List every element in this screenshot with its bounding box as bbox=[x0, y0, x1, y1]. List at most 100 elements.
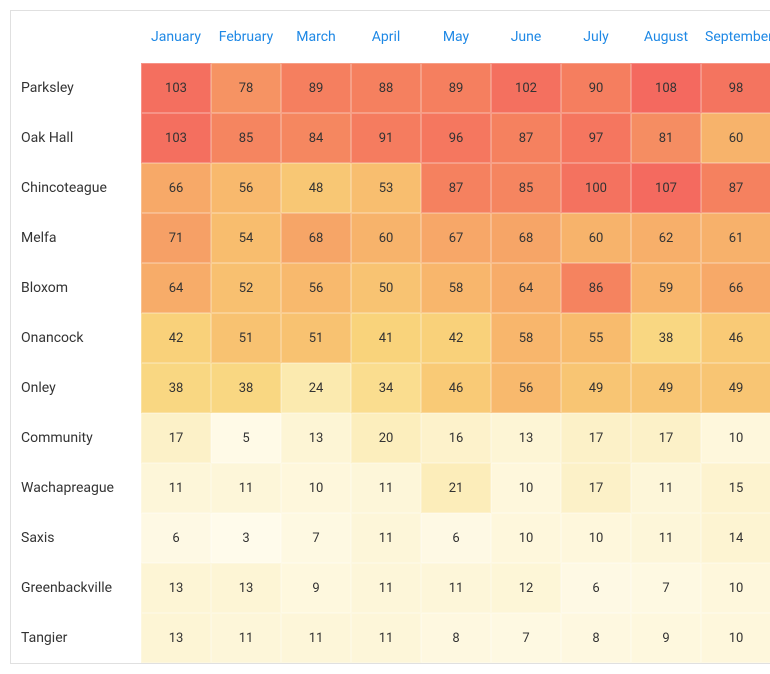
heatmap-cell[interactable]: 56 bbox=[281, 263, 351, 313]
heatmap-cell[interactable]: 88 bbox=[351, 63, 421, 113]
heatmap-cell[interactable]: 21 bbox=[421, 463, 491, 513]
heatmap-cell[interactable]: 53 bbox=[351, 163, 421, 213]
column-header[interactable]: January bbox=[141, 11, 211, 63]
heatmap-cell[interactable]: 56 bbox=[491, 363, 561, 413]
column-header[interactable]: July bbox=[561, 11, 631, 63]
heatmap-cell[interactable]: 91 bbox=[351, 113, 421, 163]
row-label[interactable]: Chincoteague bbox=[11, 163, 141, 213]
heatmap-cell[interactable]: 81 bbox=[631, 113, 701, 163]
column-header[interactable]: August bbox=[631, 11, 701, 63]
heatmap-cell[interactable]: 17 bbox=[141, 413, 211, 463]
heatmap-cell[interactable]: 48 bbox=[281, 163, 351, 213]
heatmap-cell[interactable]: 62 bbox=[631, 213, 701, 263]
heatmap-cell[interactable]: 10 bbox=[491, 513, 561, 563]
row-label[interactable]: Onancock bbox=[11, 313, 141, 363]
heatmap-cell[interactable]: 52 bbox=[211, 263, 281, 313]
heatmap-cell[interactable]: 6 bbox=[421, 513, 491, 563]
heatmap-cell[interactable]: 60 bbox=[351, 213, 421, 263]
heatmap-cell[interactable]: 56 bbox=[211, 163, 281, 213]
column-header[interactable]: May bbox=[421, 11, 491, 63]
heatmap-cell[interactable]: 71 bbox=[141, 213, 211, 263]
heatmap-cell[interactable]: 10 bbox=[701, 413, 770, 463]
heatmap-cell[interactable]: 89 bbox=[421, 63, 491, 113]
heatmap-cell[interactable]: 90 bbox=[561, 63, 631, 113]
heatmap-cell[interactable]: 17 bbox=[561, 413, 631, 463]
row-label[interactable]: Tangier bbox=[11, 613, 141, 663]
heatmap-cell[interactable]: 66 bbox=[141, 163, 211, 213]
heatmap-cell[interactable]: 41 bbox=[351, 313, 421, 363]
heatmap-cell[interactable]: 11 bbox=[351, 613, 421, 663]
heatmap-cell[interactable]: 108 bbox=[631, 63, 701, 113]
heatmap-cell[interactable]: 60 bbox=[701, 113, 770, 163]
heatmap-cell[interactable]: 38 bbox=[211, 363, 281, 413]
heatmap-cell[interactable]: 8 bbox=[561, 613, 631, 663]
heatmap-cell[interactable]: 107 bbox=[631, 163, 701, 213]
heatmap-cell[interactable]: 14 bbox=[701, 513, 770, 563]
heatmap-cell[interactable]: 103 bbox=[141, 63, 211, 113]
heatmap-cell[interactable]: 49 bbox=[561, 363, 631, 413]
heatmap-cell[interactable]: 11 bbox=[631, 463, 701, 513]
heatmap-cell[interactable]: 100 bbox=[561, 163, 631, 213]
heatmap-cell[interactable]: 11 bbox=[211, 463, 281, 513]
heatmap-cell[interactable]: 9 bbox=[631, 613, 701, 663]
heatmap-cell[interactable]: 17 bbox=[631, 413, 701, 463]
heatmap-cell[interactable]: 13 bbox=[141, 613, 211, 663]
heatmap-cell[interactable]: 10 bbox=[281, 463, 351, 513]
heatmap-cell[interactable]: 11 bbox=[421, 563, 491, 613]
heatmap-cell[interactable]: 7 bbox=[281, 513, 351, 563]
heatmap-cell[interactable]: 11 bbox=[351, 563, 421, 613]
heatmap-cell[interactable]: 8 bbox=[421, 613, 491, 663]
row-label[interactable]: Oak Hall bbox=[11, 113, 141, 163]
heatmap-cell[interactable]: 87 bbox=[421, 163, 491, 213]
heatmap-cell[interactable]: 51 bbox=[281, 313, 351, 363]
heatmap-cell[interactable]: 38 bbox=[631, 313, 701, 363]
heatmap-cell[interactable]: 7 bbox=[631, 563, 701, 613]
heatmap-cell[interactable]: 87 bbox=[701, 163, 770, 213]
heatmap-cell[interactable]: 12 bbox=[491, 563, 561, 613]
heatmap-cell[interactable]: 58 bbox=[491, 313, 561, 363]
column-header[interactable]: February bbox=[211, 11, 281, 63]
heatmap-cell[interactable]: 5 bbox=[211, 413, 281, 463]
heatmap-cell[interactable]: 11 bbox=[281, 613, 351, 663]
heatmap-cell[interactable]: 64 bbox=[141, 263, 211, 313]
heatmap-cell[interactable]: 89 bbox=[281, 63, 351, 113]
heatmap-cell[interactable]: 10 bbox=[491, 463, 561, 513]
heatmap-cell[interactable]: 42 bbox=[141, 313, 211, 363]
heatmap-cell[interactable]: 11 bbox=[211, 613, 281, 663]
heatmap-cell[interactable]: 61 bbox=[701, 213, 770, 263]
heatmap-cell[interactable]: 102 bbox=[491, 63, 561, 113]
heatmap-cell[interactable]: 66 bbox=[701, 263, 770, 313]
heatmap-cell[interactable]: 17 bbox=[561, 463, 631, 513]
heatmap-cell[interactable]: 50 bbox=[351, 263, 421, 313]
heatmap-cell[interactable]: 51 bbox=[211, 313, 281, 363]
heatmap-cell[interactable]: 11 bbox=[351, 463, 421, 513]
heatmap-cell[interactable]: 11 bbox=[631, 513, 701, 563]
heatmap-cell[interactable]: 86 bbox=[561, 263, 631, 313]
row-label[interactable]: Greenbackville bbox=[11, 563, 141, 613]
heatmap-cell[interactable]: 97 bbox=[561, 113, 631, 163]
heatmap-cell[interactable]: 7 bbox=[491, 613, 561, 663]
heatmap-cell[interactable]: 13 bbox=[141, 563, 211, 613]
heatmap-cell[interactable]: 13 bbox=[281, 413, 351, 463]
heatmap-cell[interactable]: 38 bbox=[141, 363, 211, 413]
heatmap-cell[interactable]: 85 bbox=[211, 113, 281, 163]
heatmap-cell[interactable]: 84 bbox=[281, 113, 351, 163]
heatmap-cell[interactable]: 13 bbox=[491, 413, 561, 463]
heatmap-cell[interactable]: 3 bbox=[211, 513, 281, 563]
heatmap-cell[interactable]: 68 bbox=[281, 213, 351, 263]
heatmap-cell[interactable]: 54 bbox=[211, 213, 281, 263]
heatmap-cell[interactable]: 85 bbox=[491, 163, 561, 213]
heatmap-cell[interactable]: 11 bbox=[351, 513, 421, 563]
row-label[interactable]: Saxis bbox=[11, 513, 141, 563]
row-label[interactable]: Melfa bbox=[11, 213, 141, 263]
heatmap-cell[interactable]: 68 bbox=[491, 213, 561, 263]
row-label[interactable]: Wachapreague bbox=[11, 463, 141, 513]
heatmap-cell[interactable]: 55 bbox=[561, 313, 631, 363]
row-label[interactable]: Bloxom bbox=[11, 263, 141, 313]
row-label[interactable]: Onley bbox=[11, 363, 141, 413]
heatmap-cell[interactable]: 103 bbox=[141, 113, 211, 163]
row-label[interactable]: Parksley bbox=[11, 63, 141, 113]
heatmap-cell[interactable]: 13 bbox=[211, 563, 281, 613]
column-header[interactable]: September bbox=[701, 11, 770, 63]
heatmap-cell[interactable]: 46 bbox=[421, 363, 491, 413]
